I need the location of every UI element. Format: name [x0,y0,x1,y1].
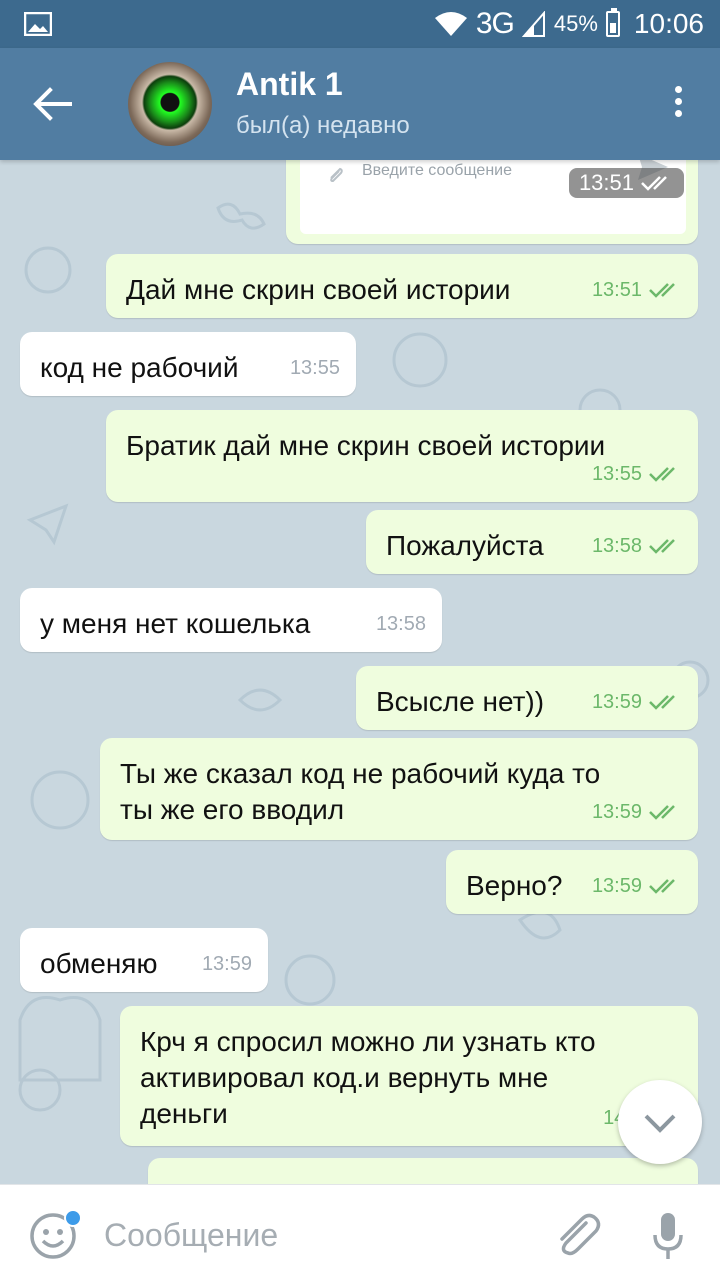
microphone-icon[interactable] [650,1209,686,1263]
message-meta: 13:59 [592,794,682,830]
image-time: 13:51 [578,170,634,195]
message-time: 13:59 [591,691,642,713]
image-time-badge: 13:51 [568,168,684,198]
message-time: 13:51 [591,279,642,301]
message-text: Всысле нет)) [376,686,545,717]
outgoing-message[interactable]: Братик дай мне скрин своей истории 13:55 [106,410,698,502]
message-text: Дай мне скрин своей истории [126,274,511,305]
gallery-notification-icon [24,12,52,36]
emoji-badge [64,1209,82,1227]
read-ticks-icon [641,176,667,191]
message-text: у меня нет кошелька [40,608,311,639]
signal-icon [521,11,545,37]
message-time: 13:55 [591,463,642,485]
message-time: 13:59 [591,875,642,897]
read-ticks-icon [649,805,675,820]
incoming-message[interactable]: код не рабочий 13:55 [20,332,356,396]
scroll-down-button[interactable] [618,1080,702,1164]
message-meta: 13:55 [592,456,682,492]
outgoing-message[interactable]: Пожалуйста 13:58 [366,510,698,574]
chat-header: Antik 1 был(а) недавно [0,48,720,160]
message-text: Крч я спросил можно ли узнать кто активи… [140,1026,596,1129]
message-meta: 13:59 [202,946,252,982]
message-input[interactable] [104,1213,524,1257]
back-arrow-icon[interactable] [30,84,74,124]
paperclip-icon [330,167,343,183]
status-bar-right: 3G 45% 10:06 [434,6,704,42]
image-message[interactable]: Введите сообщение 13:51 [286,160,698,244]
outgoing-message-partial[interactable] [148,1158,698,1184]
clock: 10:06 [633,8,704,39]
message-text: Ты же сказал код не рабочий куда то ты ж… [120,758,601,825]
read-ticks-icon [649,695,675,710]
message-text: Братик дай мне скрин своей истории [126,430,606,461]
chat-title[interactable]: Antik 1 [236,66,343,103]
message-meta: 13:55 [290,350,340,386]
chevron-down-icon [644,1114,676,1133]
outgoing-message[interactable]: Верно? 13:59 [446,850,698,914]
message-meta: 13:51 [592,272,682,308]
message-time: 13:59 [201,953,252,975]
incoming-message[interactable]: у меня нет кошелька 13:58 [20,588,442,652]
message-text: код не рабочий [40,352,239,383]
message-time: 13:58 [591,535,642,557]
status-bar: 3G 45% 10:06 [0,0,720,48]
message-time: 13:58 [375,613,426,635]
composer-bar [0,1184,720,1280]
message-meta: 13:59 [592,868,682,904]
battery-percent: 45% [553,11,598,36]
preview-placeholder: Введите сообщение [362,162,512,179]
battery-icon [605,8,620,37]
message-text: Верно? [466,870,563,901]
more-options-icon[interactable] [672,86,684,122]
last-seen-status: был(а) недавно [236,112,410,139]
outgoing-message[interactable]: Дай мне скрин своей истории 13:51 [106,254,698,318]
message-list[interactable]: Введите сообщение 13:51 Дай мне скрин св… [0,160,720,1184]
message-meta: 13:58 [592,528,682,564]
read-ticks-icon [649,539,675,554]
message-time: 13:59 [591,801,642,823]
outgoing-message[interactable]: Крч я спросил можно ли узнать кто активи… [120,1006,698,1146]
message-text: Пожалуйста [386,530,544,561]
message-meta: 13:59 [592,684,682,720]
read-ticks-icon [649,467,675,482]
message-time: 13:55 [289,357,340,379]
network-type: 3G [475,7,515,40]
read-ticks-icon [649,283,675,298]
message-meta: 13:58 [376,606,426,642]
avatar[interactable] [128,62,212,146]
paperclip-icon[interactable] [552,1209,602,1263]
outgoing-message[interactable]: Ты же сказал код не рабочий куда то ты ж… [100,738,698,840]
incoming-message[interactable]: обменяю 13:59 [20,928,268,992]
read-ticks-icon [649,879,675,894]
wifi-icon [434,12,467,36]
message-text: обменяю [40,948,158,979]
outgoing-message[interactable]: Всысле нет)) 13:59 [356,666,698,730]
